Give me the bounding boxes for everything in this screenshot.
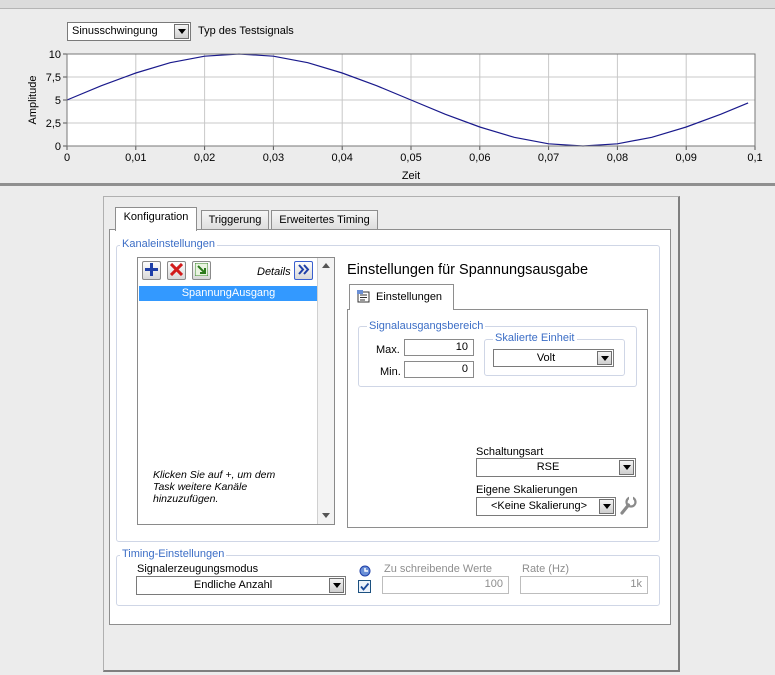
tab-konfiguration[interactable]: Konfiguration: [115, 207, 197, 231]
details-expand-button[interactable]: [294, 261, 313, 280]
y-tick-label: 0: [55, 141, 61, 153]
top-toolbar-strip: [0, 0, 775, 9]
add-channel-button[interactable]: [142, 261, 161, 280]
custom-scaling-label: Eigene Skalierungen: [476, 484, 578, 496]
x-tick-label: 0,03: [263, 152, 284, 164]
min-input[interactable]: 0: [404, 361, 474, 378]
channel-name: SpannungAusgang: [181, 287, 276, 299]
chevron-down-icon[interactable]: [599, 499, 614, 514]
custom-scaling-value: <Keine Skalierung>: [490, 500, 587, 512]
custom-scaling-select[interactable]: <Keine Skalierung>: [476, 497, 616, 516]
tab-erweitertes-timing-label: Erweitertes Timing: [279, 214, 370, 226]
wrench-icon[interactable]: [620, 496, 638, 516]
chevron-down-icon[interactable]: [329, 578, 344, 593]
tab-triggerung-label: Triggerung: [208, 214, 262, 226]
x-axis-label: Zeit: [402, 170, 420, 182]
x-tick-label: 0: [64, 152, 70, 164]
channel-list-scrollbar[interactable]: [317, 258, 334, 524]
y-tick-label: 7,5: [46, 72, 61, 84]
rate-input: 1k: [520, 576, 648, 594]
channel-settings-title: Kanaleinstellungen: [120, 238, 217, 250]
samples-input: 100: [382, 576, 509, 594]
scaled-unit-value: Volt: [536, 352, 556, 364]
generation-mode-select[interactable]: Endliche Anzahl: [136, 576, 346, 595]
delete-x-icon: [170, 263, 183, 276]
x-tick-label: 0,07: [538, 152, 559, 164]
amplitude-chart: 0 2,5 5 7,5 10 0 0,01 0,02 0,03 0,04 0,05 0,06 0,07…: [27, 49, 763, 182]
channel-list[interactable]: Details SpannungAusgang Klicken Sie auf …: [137, 257, 335, 525]
double-chevron-right-icon: [298, 264, 310, 275]
remove-channel-button[interactable]: [167, 261, 186, 280]
x-tick-label: 0,04: [331, 152, 352, 164]
signal-range-title: Signalausgangsbereich: [367, 320, 486, 332]
chevron-down-icon[interactable]: [619, 460, 634, 475]
channel-hint: Klicken Sie auf +, um dem Task weitere K…: [153, 469, 276, 505]
scaled-unit-select[interactable]: Volt: [493, 349, 614, 367]
details-label: Details: [257, 266, 291, 278]
y-axis-label: Amplitude: [27, 76, 39, 125]
scroll-up-icon[interactable]: [318, 260, 334, 272]
generation-mode-value: Endliche Anzahl: [193, 579, 273, 591]
settings-sheet-icon: [357, 290, 370, 303]
x-tick-label: 0,1: [747, 152, 762, 164]
arrow-down-right-icon: [195, 263, 208, 276]
panel-divider[interactable]: [0, 183, 775, 186]
list-item-selected[interactable]: SpannungAusgang: [139, 286, 318, 301]
auto-timing-checkbox[interactable]: [358, 580, 371, 593]
max-input[interactable]: 10: [404, 339, 474, 356]
timing-settings-title: Timing-Einstellungen: [120, 548, 227, 560]
subtab-einstellungen[interactable]: Einstellungen: [349, 284, 454, 310]
wiring-value: RSE: [536, 461, 560, 473]
samples-label: Zu schreibende Werte: [384, 563, 493, 575]
min-label: Min.: [380, 366, 401, 378]
subtab-einstellungen-label: Einstellungen: [376, 291, 443, 303]
rate-label: Rate (Hz): [522, 563, 570, 575]
y-tick-label: 2,5: [46, 118, 61, 130]
plus-icon: [145, 263, 158, 276]
max-label: Max.: [376, 344, 400, 356]
signal-preview-panel: Sinusschwingung Typ des Testsignals 0 2,5…: [0, 0, 775, 183]
x-tick-label: 0,06: [469, 152, 490, 164]
x-tick-label: 0,01: [125, 152, 146, 164]
scaled-unit-title: Skalierte Einheit: [493, 332, 577, 344]
tab-konfiguration-label: Konfiguration: [123, 211, 189, 223]
y-tick-label: 10: [49, 49, 61, 61]
x-tick-label: 0,05: [400, 152, 421, 164]
chevron-down-icon[interactable]: [597, 351, 612, 365]
x-tick-label: 0,08: [607, 152, 628, 164]
y-tick-label: 5: [55, 95, 61, 107]
x-tick-label: 0,09: [675, 152, 696, 164]
checkmark-icon: [360, 582, 370, 591]
generation-mode-label: Signalerzeugungsmodus: [137, 563, 259, 575]
configure-channel-button[interactable]: [192, 261, 211, 280]
output-settings-title: Einstellungen für Spannungsausgabe: [347, 262, 589, 278]
wiring-select[interactable]: RSE: [476, 458, 636, 477]
scroll-down-icon[interactable]: [318, 510, 334, 522]
x-tick-label: 0,02: [194, 152, 215, 164]
tab-triggerung[interactable]: Triggerung: [201, 210, 269, 230]
auto-timing-icon: [359, 565, 371, 577]
wiring-label: Schaltungsart: [476, 446, 544, 458]
tab-erweitertes-timing[interactable]: Erweitertes Timing: [271, 210, 378, 230]
